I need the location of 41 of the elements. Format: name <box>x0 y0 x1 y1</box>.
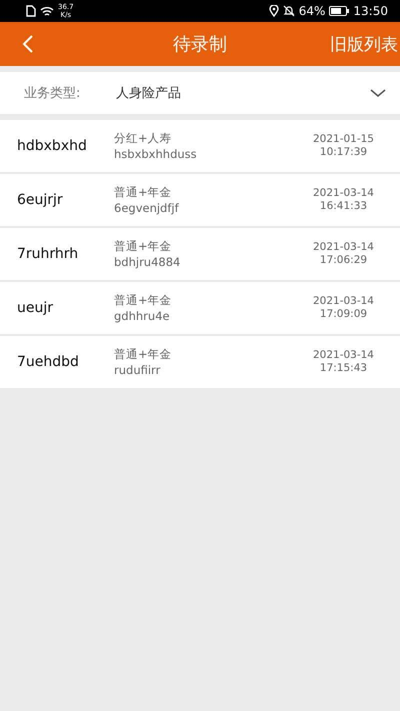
record-name: 7ruhrhrh <box>17 246 80 262</box>
product-type: 普通+年金 <box>114 293 172 308</box>
record-code: gdhhru4e <box>114 309 171 323</box>
record-row[interactable]: 7uehdbd 普通+年金 rudufiirr 2021-03-14 17:15:43 <box>0 336 400 388</box>
record-row[interactable]: hdbxbxhd 分红+人寿 hsbxbxhhduss 2021-01-15 10:17:39 <box>0 120 400 172</box>
record-code: hsbxbxhhduss <box>114 147 197 161</box>
wifi-icon <box>40 6 54 16</box>
record-date: 2021-03-14 <box>312 349 374 362</box>
record-row[interactable]: 7ruhrhrh 普通+年金 bdhjru4884 2021-03-14 17:06:29 <box>0 228 400 280</box>
battery-icon <box>329 6 350 16</box>
filter-label: 业务类型: <box>24 85 82 102</box>
record-name: 6eujrjr <box>17 192 64 208</box>
clock-time: 13:50 <box>353 4 388 18</box>
business-type-value[interactable]: 人身险产品 <box>116 84 181 102</box>
battery-percent: 64% <box>298 4 326 18</box>
record-row[interactable]: ueujr 普通+年金 gdhhru4e 2021-03-14 17:09:09 <box>0 282 400 334</box>
record-row[interactable]: 6eujrjr 普通+年金 6egvenjdfjf 2021-03-14 16:41:33 <box>0 174 400 226</box>
record-code: bdhjru4884 <box>114 255 180 269</box>
record-date: 2021-03-14 <box>312 187 374 200</box>
record-code: rudufiirr <box>114 363 162 377</box>
product-type: 普通+年金 <box>114 185 173 200</box>
product-type: 普通+年金 <box>114 239 173 254</box>
record-time: 17:09:09 <box>320 308 368 321</box>
product-type: 分红+人寿 <box>114 131 173 146</box>
record-time: 17:06:29 <box>320 254 368 267</box>
sim-card-icon <box>26 5 36 17</box>
record-date: 2021-03-14 <box>312 295 374 308</box>
record-date: 2021-03-14 <box>312 241 374 254</box>
back-icon[interactable] <box>22 34 34 54</box>
record-time: 17:15:43 <box>320 362 368 375</box>
record-name: ueujr <box>17 300 54 316</box>
muted-bell-icon <box>282 5 295 17</box>
record-date: 2021-01-15 <box>312 133 374 146</box>
product-type: 普通+年金 <box>114 347 172 362</box>
record-name: 7uehdbd <box>17 354 80 370</box>
record-time: 16:41:33 <box>320 200 368 213</box>
record-name: hdbxbxhd <box>17 138 88 154</box>
page-title: 待录制 <box>173 33 227 56</box>
record-time: 10:17:39 <box>320 146 368 159</box>
record-code: 6egvenjdfjf <box>114 201 179 215</box>
location-icon <box>268 5 279 17</box>
